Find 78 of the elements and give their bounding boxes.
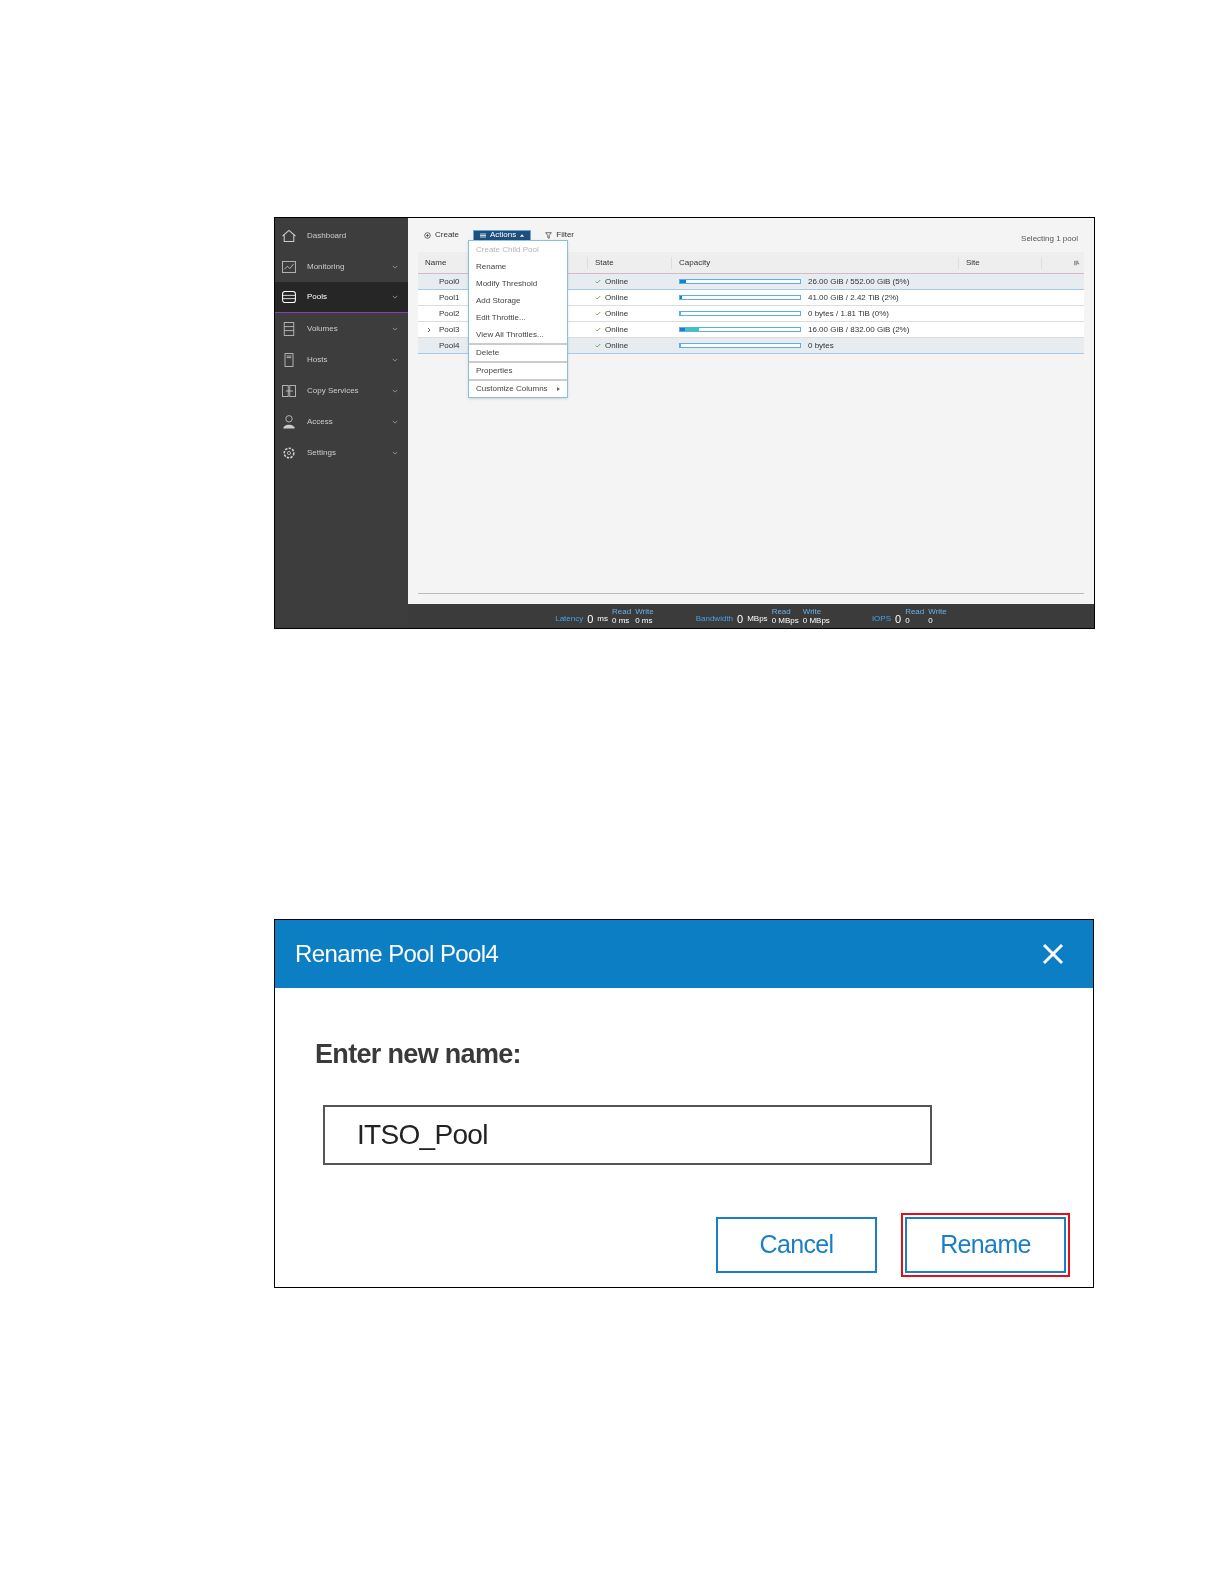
table-cell: Pool4 [439,339,460,352]
chart-icon [281,258,297,275]
filter-icon [545,231,553,239]
plus-icon [424,231,431,239]
stack-icon [281,320,297,337]
table-cell: 41.00 GiB / 2.42 TiB (2%) [808,291,899,304]
table-cell: Online [605,275,629,288]
metric-sub-value: 0 MBps [771,616,799,625]
sidebar-item[interactable]: Pools [275,282,408,313]
create-button[interactable]: Create [424,229,459,241]
metric-sub-label: Read [612,607,632,616]
sidebar-item[interactable]: Settings [275,437,408,468]
check-icon [595,295,601,300]
menu-item[interactable]: Delete [469,343,567,361]
metric-label: Latency [555,613,584,625]
check-icon [595,327,601,332]
table-cell: 16.00 GiB / 832.00 GiB (2%) [808,323,910,336]
prompt-label: Enter new name: [315,1038,522,1071]
column-header: State [588,256,672,269]
table-cell: 0 bytes / 1.81 TiB (0%) [808,307,889,320]
metric-sub-value: 0 [928,616,934,625]
caret-icon [520,233,525,237]
menu-item[interactable]: Properties [469,361,567,379]
metric-sub-label: Read [771,607,792,616]
check-icon [595,279,601,284]
menu-item[interactable]: Modify Threshold [469,275,567,292]
table-cell: Online [605,307,629,320]
metric-unit: ms [597,613,609,625]
metric-sub-value: 0 MBps [802,616,830,625]
table-cell: 0 bytes [808,339,834,352]
selection-info: Selecting 1 pool [1021,233,1078,245]
menu-item[interactable]: Customize Columns [469,379,567,397]
house-icon [281,227,297,244]
dialog-title: Rename Pool Pool4 [295,939,500,969]
check-icon [595,311,601,316]
rename-button[interactable]: Rename [901,1212,1070,1277]
metric-sub-label: Write [802,607,823,616]
column-header: Capacity [672,256,959,269]
metric-label: IOPS [871,613,891,625]
server-icon [281,351,297,368]
sidebar-item[interactable]: Hosts [275,344,408,375]
table-cell: Pool2 [439,307,460,320]
table-cell: Online [605,291,629,304]
metric-unit: MBps [747,613,768,625]
column-header: Site [959,256,1042,269]
metric-sub-value: 0 [905,616,911,625]
chevron-icon[interactable] [427,326,431,333]
table-cell: Online [605,339,629,352]
metric-sub-value: 0 ms [635,616,654,625]
sidebar-item[interactable]: Monitoring [275,251,408,282]
metric-label: Bandwidth [695,613,734,625]
sidebar-item[interactable]: Volumes [275,313,408,344]
metric-sub-label: Read [905,607,925,616]
metric-sub-value: 0 ms [612,616,631,625]
metric-value: 0 [737,614,744,625]
table-cell: 26.00 GiB / 552.00 GiB (5%) [808,275,910,288]
settings-icon [281,444,297,461]
sidebar-item[interactable]: Copy Services [275,375,408,406]
table-cell: Online [605,323,629,336]
user-icon [281,413,297,430]
metric-sub-label: Write [928,607,947,616]
sidebar-item[interactable]: Access [275,406,408,437]
menu-item[interactable]: Add Storage [469,292,567,309]
stack-icon [281,289,297,305]
columns-icon [1074,259,1080,266]
table-cell: Pool0 [439,275,460,288]
copy-icon [281,382,297,399]
table-cell: Pool3 [439,323,460,336]
metric-value: 0 [895,614,902,625]
list-icon [480,232,486,238]
check-icon [595,343,601,348]
metric-sub-label: Write [635,607,654,616]
metric-value: 0 [587,614,594,625]
filter-button[interactable]: Filter [545,229,575,241]
name-input-field[interactable]: ITSO_Pool [323,1104,932,1165]
close-icon[interactable] [1041,942,1065,966]
sidebar-item[interactable]: Dashboard [275,220,408,251]
table-cell: Pool1 [439,291,460,304]
